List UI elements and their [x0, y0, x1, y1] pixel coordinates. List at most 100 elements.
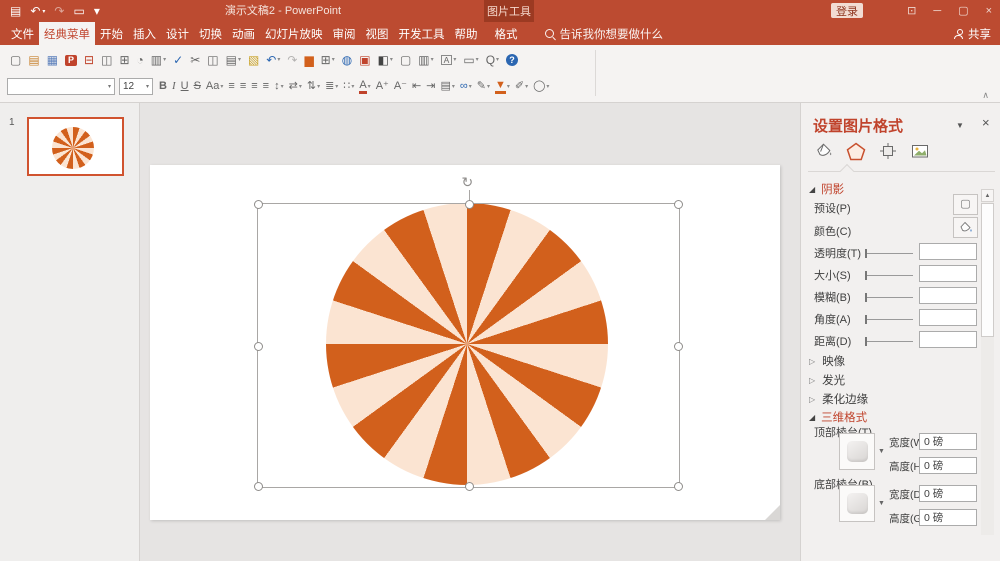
- shadow-preset-button[interactable]: ▢: [953, 194, 978, 215]
- selection-handle-middle-left[interactable]: [254, 342, 263, 351]
- save-icon[interactable]: ▤: [10, 5, 21, 17]
- decrease-indent-icon[interactable]: ⇤▾: [410, 80, 423, 93]
- shape-fill-icon[interactable]: ▼▾: [493, 79, 512, 95]
- draw-pen-icon[interactable]: ✎▾: [475, 80, 492, 93]
- font-color-icon[interactable]: A▾: [357, 79, 372, 95]
- slide-canvas[interactable]: ↻: [150, 165, 780, 520]
- print-preview-icon[interactable]: ◔▾: [134, 53, 147, 67]
- qat-more-icon[interactable]: ▾: [94, 5, 100, 17]
- selection-handle-bottom-right[interactable]: [674, 482, 683, 491]
- tab-slideshow[interactable]: 幻灯片放映: [260, 22, 328, 45]
- tab-help[interactable]: 帮助: [450, 22, 483, 45]
- value-input[interactable]: [919, 309, 977, 326]
- value-input[interactable]: [919, 331, 977, 348]
- selection-handle-top-right[interactable]: [674, 200, 683, 209]
- slide-master-icon[interactable]: ◧▾: [375, 53, 396, 67]
- new-file-icon[interactable]: ▢▾: [7, 53, 24, 67]
- paste-special-icon[interactable]: ▤▾: [438, 80, 456, 93]
- rotation-handle[interactable]: ↻: [462, 175, 474, 189]
- page-setup-icon[interactable]: ▥▾: [148, 53, 169, 67]
- section-shadow[interactable]: ◢ 阴影: [801, 179, 978, 199]
- new-slide-icon[interactable]: ▢▾: [397, 53, 414, 67]
- bottom-bevel-width-input[interactable]: 0 磅: [919, 485, 977, 502]
- slider-control[interactable]: [865, 331, 913, 351]
- slider-control[interactable]: [865, 287, 913, 307]
- section-reflection[interactable]: ▷ 映像: [801, 351, 978, 371]
- text-direction-icon[interactable]: ⇅▾: [305, 80, 322, 93]
- decrease-font-icon[interactable]: A⁻▾: [392, 80, 409, 93]
- slider-control[interactable]: [865, 309, 913, 329]
- tab-review[interactable]: 审阅: [328, 22, 361, 45]
- font-name-combo[interactable]: ▾: [7, 78, 115, 95]
- value-input[interactable]: [919, 265, 977, 282]
- edit-shape-icon[interactable]: ✐▾: [513, 80, 530, 93]
- export-icon[interactable]: ⊟▾: [81, 53, 97, 67]
- bullet-list-icon[interactable]: ∷▾: [341, 80, 356, 93]
- selection-handle-middle-right[interactable]: [674, 342, 683, 351]
- text-box-icon[interactable]: A▾: [438, 54, 460, 67]
- panel-options-caret-icon[interactable]: ▼: [956, 121, 964, 130]
- align-center-icon[interactable]: ≡▾: [238, 80, 248, 93]
- collapse-ribbon-icon[interactable]: ∧: [982, 90, 989, 101]
- align-left-icon[interactable]: ≡▾: [226, 80, 236, 93]
- undo-icon[interactable]: ↶: [30, 5, 45, 17]
- value-input[interactable]: [919, 287, 977, 304]
- slide-thumbnail-1[interactable]: [27, 117, 124, 176]
- insert-slide-icon[interactable]: ▣▾: [356, 53, 373, 67]
- selection-handle-bottom-left[interactable]: [254, 482, 263, 491]
- tab-design[interactable]: 设计: [161, 22, 194, 45]
- insert-table-icon[interactable]: ⊞▾: [318, 53, 338, 67]
- increase-indent-icon[interactable]: ⇥▾: [424, 80, 437, 93]
- bottom-bevel-height-input[interactable]: 0 磅: [919, 509, 977, 526]
- bold-icon[interactable]: B▾: [157, 80, 169, 93]
- top-bevel-width-input[interactable]: 0 磅: [919, 433, 977, 450]
- close-icon[interactable]: ×: [986, 6, 992, 17]
- section-glow[interactable]: ▷ 发光: [801, 370, 978, 390]
- slider-control[interactable]: [865, 265, 913, 285]
- redo-icon[interactable]: ↷: [54, 5, 64, 17]
- align-right-icon[interactable]: ≡▾: [249, 80, 259, 93]
- change-case-icon[interactable]: Aa▾: [204, 80, 225, 93]
- tab-file[interactable]: 文件: [6, 22, 39, 45]
- top-bevel-height-input[interactable]: 0 磅: [919, 457, 977, 474]
- scrollbar-up-arrow-icon[interactable]: ▲: [981, 189, 994, 202]
- size-properties-icon[interactable]: [875, 139, 900, 163]
- line-spacing-icon[interactable]: ↕▾: [272, 80, 286, 93]
- section-soft-edges[interactable]: ▷ 柔化边缘: [801, 389, 978, 409]
- panel-close-icon[interactable]: ×: [982, 115, 990, 130]
- tab-insert[interactable]: 插入: [128, 22, 161, 45]
- scrollbar-thumb[interactable]: [981, 203, 994, 337]
- duplicate-icon[interactable]: ◫▾: [98, 53, 115, 67]
- strikethrough-icon[interactable]: S▾: [192, 80, 203, 93]
- start-slideshow-icon[interactable]: ▭: [73, 5, 84, 17]
- share-button[interactable]: 共享: [954, 22, 991, 45]
- insert-hyperlink-icon[interactable]: ◍▾: [339, 53, 355, 67]
- minimize-icon[interactable]: ─: [933, 6, 941, 17]
- print-icon[interactable]: ⊞▾: [116, 53, 132, 67]
- tab-developer[interactable]: 开发工具: [394, 22, 450, 45]
- increase-font-icon[interactable]: A⁺▾: [374, 80, 391, 93]
- selection-handle-top-left[interactable]: [254, 200, 263, 209]
- copy-icon[interactable]: ◫▾: [204, 53, 221, 67]
- justify-icon[interactable]: ≡▾: [261, 80, 271, 93]
- ribbon-display-options-icon[interactable]: ⊡: [907, 6, 916, 17]
- format-painter-icon[interactable]: ▧▾: [245, 53, 262, 67]
- slider-control[interactable]: [865, 243, 913, 263]
- tab-classic-menu[interactable]: 经典菜单: [39, 22, 95, 45]
- selection-handle-top-center[interactable]: [465, 200, 474, 209]
- fill-line-icon[interactable]: [811, 139, 836, 163]
- cut-icon[interactable]: ✂▾: [187, 53, 203, 67]
- shape-effects-icon[interactable]: ◯▾: [531, 80, 551, 93]
- shadow-color-button[interactable]: [953, 217, 978, 238]
- italic-icon[interactable]: I▾: [170, 80, 178, 93]
- tab-view[interactable]: 视图: [361, 22, 394, 45]
- paste-icon[interactable]: ▤▾: [223, 53, 244, 67]
- tab-animations[interactable]: 动画: [227, 22, 260, 45]
- help-icon[interactable]: ?▾: [503, 53, 521, 67]
- slide-layout-icon[interactable]: ▥▾: [415, 53, 436, 67]
- picture-icon[interactable]: [907, 139, 932, 163]
- tab-home[interactable]: 开始: [95, 22, 128, 45]
- tell-me-search[interactable]: 告诉我你想要做什么: [545, 22, 664, 45]
- insert-chart-icon[interactable]: ▆▾: [301, 53, 316, 67]
- merge-shapes-icon[interactable]: ∞▾: [458, 80, 474, 93]
